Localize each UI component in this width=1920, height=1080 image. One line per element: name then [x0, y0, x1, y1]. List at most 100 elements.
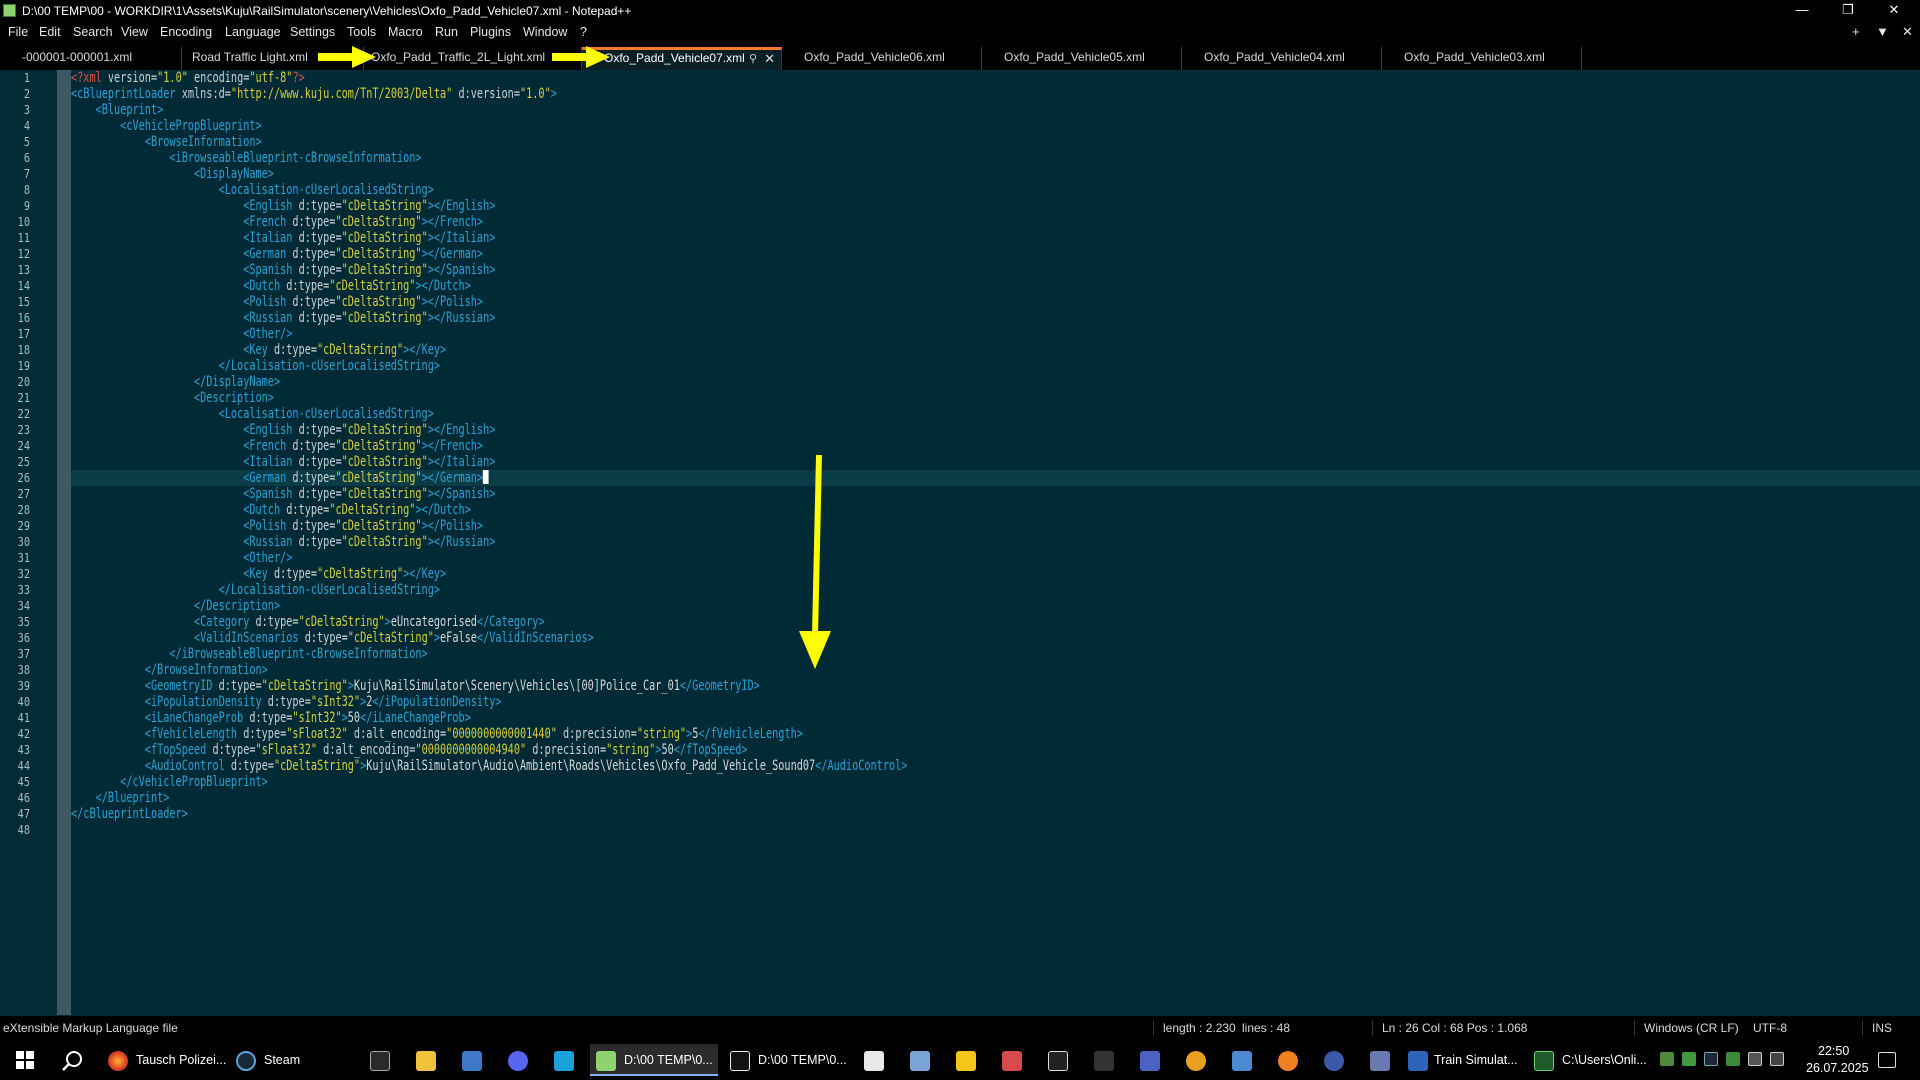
status-encoding[interactable]: UTF-8 — [1753, 1021, 1787, 1035]
code-line[interactable]: <French d:type="cDeltaString"></French> — [71, 214, 483, 230]
code-line[interactable]: <Italian d:type="cDeltaString"></Italian… — [71, 454, 495, 470]
network-icon[interactable] — [1748, 1052, 1762, 1066]
menu-encoding[interactable]: Encoding — [160, 25, 212, 39]
taskbar-app[interactable] — [1224, 1044, 1260, 1076]
code-line[interactable]: <ValidInScenarios d:type="cDeltaString">… — [71, 630, 594, 646]
menu-edit[interactable]: Edit — [39, 25, 61, 39]
taskbar-app[interactable] — [1316, 1044, 1352, 1076]
tab-list-dropdown[interactable]: ▼ — [1876, 24, 1889, 39]
menu-search[interactable]: Search — [73, 25, 113, 39]
taskbar-firefox[interactable]: Tausch Polizei... — [102, 1044, 226, 1076]
fold-margin[interactable] — [57, 70, 71, 1015]
menu-macro[interactable]: Macro — [388, 25, 423, 39]
code-line[interactable]: <German d:type="cDeltaString"></German> — [71, 246, 483, 262]
code-line[interactable]: <Localisation-cUserLocalisedString> — [71, 182, 434, 198]
code-line[interactable]: <Key d:type="cDeltaString"></Key> — [71, 342, 446, 358]
code-line[interactable]: <?xml version="1.0" encoding="utf-8"?> — [71, 70, 305, 86]
taskbar-app[interactable] — [994, 1044, 1030, 1076]
taskbar-app[interactable] — [1362, 1044, 1398, 1076]
taskbar-notepadpp[interactable]: D:\00 TEMP\0... — [590, 1044, 718, 1076]
tab-vehicle03[interactable]: Oxfo_Padd_Vehicle03.xml — [1382, 47, 1582, 70]
code-line[interactable]: <Polish d:type="cDeltaString"></Polish> — [71, 294, 483, 310]
code-line[interactable]: <Dutch d:type="cDeltaString"></Dutch> — [71, 278, 471, 294]
pin-icon[interactable]: ⚲ — [749, 51, 757, 68]
tab-traffic-2l-light[interactable]: Oxfo_Padd_Traffic_2L_Light.xml — [364, 47, 582, 70]
shield-tray-icon[interactable] — [1726, 1052, 1740, 1066]
code-line[interactable]: <AudioControl d:type="cDeltaString">Kuju… — [71, 758, 908, 774]
new-tab-button[interactable]: + — [1852, 24, 1860, 39]
code-line[interactable]: <Polish d:type="cDeltaString"></Polish> — [71, 518, 483, 534]
code-line[interactable]: <Italian d:type="cDeltaString"></Italian… — [71, 230, 495, 246]
code-line[interactable]: <cBlueprintLoader xmlns:d="http://www.ku… — [71, 86, 557, 102]
code-line[interactable]: <cVehiclePropBlueprint> — [71, 118, 261, 134]
code-line[interactable]: <fTopSpeed d:type="sFloat32" d:alt_encod… — [71, 742, 748, 758]
close-tab-icon[interactable]: ✕ — [764, 50, 775, 67]
search-button[interactable] — [52, 1044, 92, 1076]
code-line[interactable]: <Localisation-cUserLocalisedString> — [71, 406, 434, 422]
code-line[interactable]: <Spanish d:type="cDeltaString"></Spanish… — [71, 486, 495, 502]
menu-file[interactable]: File — [8, 25, 28, 39]
taskbar-explorer[interactable] — [408, 1044, 444, 1076]
taskbar-discord[interactable] — [500, 1044, 536, 1076]
tab-vehicle07-active[interactable]: Oxfo_Padd_Vehicle07.xml ⚲ ✕ — [582, 47, 782, 70]
code-line[interactable]: <BrowseInformation> — [71, 134, 262, 150]
status-eol[interactable]: Windows (CR LF) — [1644, 1021, 1739, 1035]
tab-vehicle06[interactable]: Oxfo_Padd_Vehicle06.xml — [782, 47, 982, 70]
code-line[interactable]: <French d:type="cDeltaString"></French> — [71, 438, 483, 454]
tab-000001[interactable]: -000001-000001.xml — [0, 47, 182, 70]
menu-language[interactable]: Language — [225, 25, 281, 39]
tab-vehicle05[interactable]: Oxfo_Padd_Vehicle05.xml — [982, 47, 1182, 70]
restore-button[interactable]: ❐ — [1828, 0, 1868, 22]
taskbar-app[interactable] — [546, 1044, 582, 1076]
code-line[interactable]: <iBrowseableBlueprint-cBrowseInformation… — [71, 150, 421, 166]
taskbar-app[interactable] — [1270, 1044, 1306, 1076]
code-line[interactable]: <fVehicleLength d:type="sFloat32" d:alt_… — [71, 726, 803, 742]
code-line[interactable]: </BrowseInformation> — [71, 662, 268, 678]
code-editor[interactable]: 1 2 3 4 5 6 7 8 9 10 11 12 13 14 15 16 17 18 19 20 21 22 23 24 2… — [0, 70, 1920, 1015]
code-line[interactable]: <GeometryID d:type="cDeltaString">Kuju\R… — [71, 678, 760, 694]
taskbar-totalcommander[interactable]: D:\00 TEMP\0... — [724, 1044, 850, 1076]
taskbar-terminal[interactable] — [362, 1044, 398, 1076]
code-line[interactable]: </Blueprint> — [71, 790, 170, 806]
notification-icon[interactable] — [1878, 1052, 1896, 1068]
code-line[interactable]: </Description> — [71, 598, 280, 614]
code-line[interactable]: <Russian d:type="cDeltaString"></Russian… — [71, 534, 495, 550]
menu-tools[interactable]: Tools — [347, 25, 376, 39]
taskbar-app[interactable] — [1086, 1044, 1122, 1076]
taskbar-app[interactable] — [902, 1044, 938, 1076]
code-line[interactable]: <DisplayName> — [71, 166, 274, 182]
status-mode[interactable]: INS — [1872, 1021, 1892, 1035]
taskbar-app[interactable] — [1040, 1044, 1076, 1076]
code-line[interactable]: <Other/> — [71, 550, 292, 566]
code-line[interactable]: </Localisation-cUserLocalisedString> — [71, 358, 440, 374]
code-line[interactable]: <Blueprint> — [71, 102, 164, 118]
taskbar-app[interactable] — [948, 1044, 984, 1076]
code-line[interactable]: <Dutch d:type="cDeltaString"></Dutch> — [71, 502, 471, 518]
clock-date[interactable]: 26.07.2025 — [1806, 1061, 1869, 1075]
menu-run[interactable]: Run — [435, 25, 458, 39]
taskbar-steam[interactable]: Steam — [230, 1044, 306, 1076]
code-line[interactable]: <Spanish d:type="cDeltaString"></Spanish… — [71, 262, 495, 278]
code-line[interactable]: <English d:type="cDeltaString"></English… — [71, 422, 495, 438]
code-line[interactable]: <Russian d:type="cDeltaString"></Russian… — [71, 310, 495, 326]
menu-help[interactable]: ? — [580, 25, 587, 39]
code-line[interactable]: </Localisation-cUserLocalisedString> — [71, 582, 440, 598]
code-line[interactable]: <iPopulationDensity d:type="sInt32">2</i… — [71, 694, 502, 710]
menu-window[interactable]: Window — [523, 25, 567, 39]
code-line[interactable]: </DisplayName> — [71, 374, 280, 390]
taskbar-train-simulator[interactable]: Train Simulat... — [1402, 1044, 1522, 1076]
steam-tray-icon[interactable] — [1704, 1052, 1718, 1066]
code-line[interactable]: <iLaneChangeProb d:type="sInt32">50</iLa… — [71, 710, 471, 726]
taskbar-calculator[interactable] — [454, 1044, 490, 1076]
close-document-button[interactable]: ✕ — [1902, 24, 1913, 40]
taskbar-app[interactable] — [1178, 1044, 1214, 1076]
menu-view[interactable]: View — [121, 25, 148, 39]
taskbar-excel[interactable] — [856, 1044, 892, 1076]
code-line[interactable]: <Category d:type="cDeltaString">eUncateg… — [71, 614, 545, 630]
taskbar-app[interactable] — [1132, 1044, 1168, 1076]
code-line[interactable]: <Description> — [71, 390, 274, 406]
code-line[interactable]: </cBlueprintLoader> — [71, 806, 188, 822]
menu-settings[interactable]: Settings — [290, 25, 335, 39]
tab-vehicle04[interactable]: Oxfo_Padd_Vehicle04.xml — [1182, 47, 1382, 70]
code-line[interactable]: <Other/> — [71, 326, 292, 342]
